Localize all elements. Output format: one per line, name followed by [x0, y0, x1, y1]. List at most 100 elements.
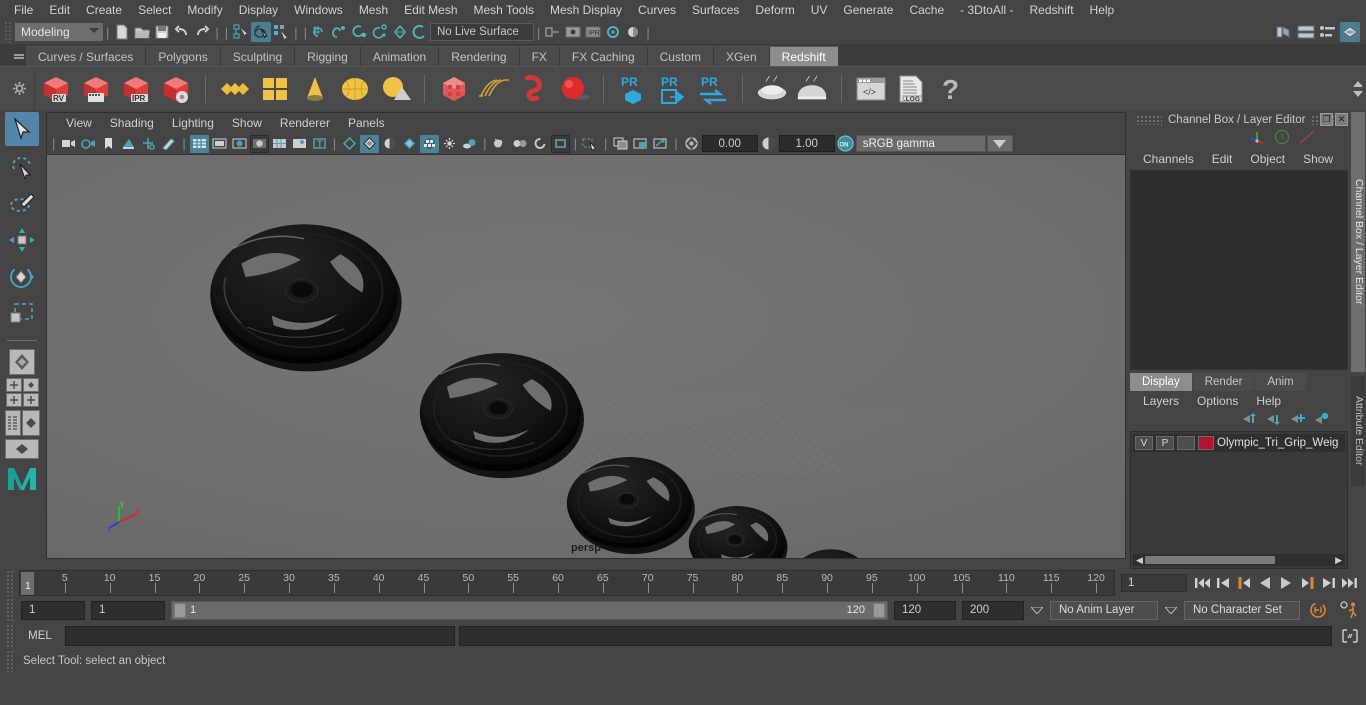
exposure-icon[interactable] [682, 135, 701, 153]
grease-pencil-icon[interactable] [159, 135, 178, 153]
shelf-tab-sculpting[interactable]: Sculpting [220, 46, 296, 66]
show-hide-channel-box-icon[interactable] [1340, 22, 1360, 42]
save-scene-icon[interactable] [152, 22, 172, 42]
wireframe-on-shaded-icon[interactable] [270, 135, 289, 153]
move-layer-up-icon[interactable] [1242, 412, 1258, 429]
anti-aliasing-icon[interactable] [420, 134, 440, 153]
shelf-tab-polygons[interactable]: Polygons [146, 46, 221, 66]
step-forward-frame-button[interactable] [1298, 573, 1316, 593]
smooth-shade-all-icon[interactable] [210, 135, 229, 153]
panel-grip[interactable] [1136, 115, 1162, 125]
redshift-bake-2-button[interactable] [795, 70, 829, 108]
open-scene-icon[interactable] [132, 22, 152, 42]
move-layer-down-icon[interactable] [1266, 412, 1282, 429]
menu-curves[interactable]: Curves [630, 0, 684, 20]
select-camera-icon[interactable] [59, 135, 78, 153]
color-management-field[interactable]: sRGB gamma [855, 135, 986, 152]
step-back-frame-button[interactable] [1235, 573, 1253, 593]
go-to-start-button[interactable] [1193, 573, 1211, 593]
redshift-sphere-button[interactable] [557, 70, 591, 108]
ipr-render-icon[interactable]: IPR [583, 22, 603, 42]
snap-to-point-icon[interactable] [350, 22, 370, 42]
keyable-attributes-icon[interactable] [651, 135, 670, 153]
manipulator-axis-icon[interactable] [1248, 129, 1266, 148]
select-by-object-icon[interactable] [251, 22, 272, 42]
character-set-selector[interactable]: No Character Set [1184, 600, 1300, 620]
new-layer-from-selected-icon[interactable] [1314, 412, 1330, 429]
redshift-log-button[interactable]: .LOG [894, 70, 928, 108]
viewport-menu-renderer[interactable]: Renderer [271, 116, 339, 130]
perspective-viewport[interactable]: y x z persp [47, 155, 1125, 558]
scrollbar-thumb[interactable] [1145, 556, 1275, 564]
menu-help[interactable]: Help [1082, 0, 1123, 20]
scroll-right-icon[interactable]: ▶ [1335, 555, 1342, 566]
exposure-toggle-icon[interactable] [550, 134, 570, 153]
redo-icon[interactable] [192, 22, 212, 42]
layer-menu-help[interactable]: Help [1247, 394, 1290, 408]
single-perspective-layout-button[interactable] [5, 349, 39, 375]
render-current-frame-icon[interactable] [563, 22, 583, 42]
menu-edit[interactable]: Edit [41, 0, 78, 20]
layer-tab-display[interactable]: Display [1130, 373, 1192, 391]
menu-windows[interactable]: Windows [286, 0, 351, 20]
playback-start-time-field[interactable]: 1 [91, 600, 165, 620]
select-by-hierarchy-icon[interactable] [231, 22, 251, 42]
redshift-help-button[interactable]: ? [934, 70, 968, 108]
menu-surfaces[interactable]: Surfaces [684, 0, 747, 20]
command-line-grip[interactable] [6, 624, 15, 648]
outliner-pane-icon[interactable] [4, 410, 21, 436]
layer-list[interactable]: V P Olympic_Tri_Grip_Weig ◀ ▶ [1130, 431, 1348, 569]
go-to-end-button[interactable] [1340, 573, 1358, 593]
snap-to-grid-icon[interactable] [310, 22, 330, 42]
range-start-handle[interactable] [174, 602, 186, 618]
new-layer-icon[interactable] [1290, 412, 1306, 429]
auto-keyframe-icon[interactable] [1306, 601, 1330, 619]
play-forwards-button[interactable] [1277, 573, 1295, 593]
show-hide-tool-settings-icon[interactable] [1318, 22, 1338, 42]
channel-menu-show[interactable]: Show [1294, 152, 1342, 166]
redshift-proxy-cube-button[interactable] [437, 70, 471, 108]
menu-uv[interactable]: UV [803, 0, 836, 20]
shelf-tab-custom[interactable]: Custom [647, 46, 714, 66]
layout-quad-2[interactable] [22, 378, 39, 392]
color-management-toggle-icon[interactable]: ON [836, 135, 855, 153]
redshift-sun-sky-button[interactable] [378, 70, 412, 108]
layer-name[interactable]: Olympic_Tri_Grip_Weig [1217, 437, 1338, 449]
shelf-options-gear-icon[interactable] [8, 69, 30, 109]
show-hide-modeling-toolkit-icon[interactable] [1274, 22, 1294, 42]
redshift-volume-button[interactable] [517, 70, 551, 108]
redshift-render-sequence-button[interactable] [79, 70, 113, 108]
menu-create[interactable]: Create [78, 0, 130, 20]
menu-display[interactable]: Display [231, 0, 286, 20]
current-time-indicator[interactable]: 1 [21, 572, 34, 595]
paint-select-tool-button[interactable] [5, 186, 39, 220]
viewport-menu-panels[interactable]: Panels [339, 116, 394, 130]
redshift-material-grid-button[interactable] [258, 70, 292, 108]
snap-to-curve-icon[interactable] [330, 22, 350, 42]
x-ray-display-icon[interactable]: T [310, 135, 329, 153]
shelf-tab-fx-caching[interactable]: FX Caching [559, 46, 648, 66]
motion-blur-icon[interactable] [440, 135, 459, 153]
play-backwards-button[interactable] [1256, 573, 1274, 593]
layout-quad-3[interactable] [5, 393, 22, 407]
shelf-tab-xgen[interactable]: XGen [713, 46, 770, 66]
2d-pan-zoom-icon[interactable] [139, 135, 158, 153]
channel-menu-object[interactable]: Object [1241, 152, 1294, 166]
viewport-menu-lighting[interactable]: Lighting [163, 116, 223, 130]
shelf-tab-redshift[interactable]: Redshift [769, 46, 839, 66]
animation-preferences-icon[interactable] [1336, 601, 1362, 619]
animation-start-time-field[interactable]: 1 [21, 600, 85, 620]
menu-mesh-display[interactable]: Mesh Display [542, 0, 630, 20]
panel-maximize-button[interactable]: ❐ [1320, 113, 1333, 126]
menu-file[interactable]: File [6, 0, 41, 20]
render-settings-icon[interactable] [603, 22, 623, 42]
redshift-render-settings-button[interactable] [159, 70, 193, 108]
shadows-icon[interactable] [380, 135, 399, 153]
wireframe-shading-icon[interactable] [189, 134, 209, 153]
redshift-ipr-button[interactable]: IPR [119, 70, 153, 108]
curve-slope-icon[interactable] [1298, 129, 1316, 148]
layer-tab-anim[interactable]: Anim [1255, 373, 1306, 391]
menu-select[interactable]: Select [130, 0, 179, 20]
menu-set-selector[interactable]: Modeling [15, 23, 103, 41]
layout-quad-1[interactable] [5, 378, 22, 392]
